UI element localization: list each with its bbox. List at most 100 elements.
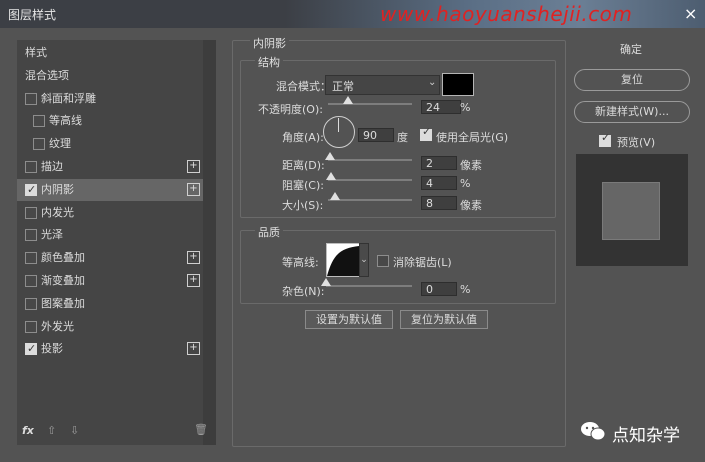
add-effect-icon[interactable]: +: [187, 182, 200, 196]
add-effect-icon[interactable]: +: [187, 251, 200, 265]
noise-slider-thumb[interactable]: [321, 278, 331, 286]
move-down-icon[interactable]: ⇩: [70, 424, 79, 437]
reset-default-button[interactable]: 复位为默认值: [400, 310, 488, 329]
sidebar-item-label: 纹理: [49, 137, 71, 151]
sidebar-item[interactable]: 外发光: [17, 316, 203, 338]
sidebar-item-checkbox[interactable]: [25, 275, 37, 287]
angle-dial-needle: [338, 118, 339, 132]
sidebar-item-label: 内发光: [41, 205, 74, 219]
add-effect-icon[interactable]: +: [187, 160, 200, 173]
trash-icon[interactable]: 🗑: [194, 423, 208, 436]
global-light-checkbox[interactable]: [420, 125, 432, 141]
choke-slider-track[interactable]: [328, 179, 412, 181]
sidebar-item-checkbox[interactable]: [25, 206, 37, 219]
wechat-account-name: 点知杂学: [612, 426, 680, 446]
sidebar-item-label: 等高线: [49, 114, 82, 128]
chevron-down-icon: ⌄: [428, 77, 437, 88]
sidebar-item-label: 投影: [41, 342, 63, 356]
size-slider-track[interactable]: [328, 199, 412, 201]
sidebar-item-label: 内阴影: [41, 182, 74, 196]
distance-input[interactable]: 2: [421, 156, 457, 170]
ok-button[interactable]: 确定: [574, 40, 688, 60]
size-slider-thumb[interactable]: [329, 192, 340, 200]
sidebar-item[interactable]: 投影 +: [17, 338, 203, 360]
new-style-button[interactable]: 新建样式(W)...: [574, 101, 690, 123]
wechat-icon: [580, 421, 606, 441]
sidebar-item[interactable]: 内发光: [17, 202, 203, 224]
sidebar-item-label: 图案叠加: [41, 296, 85, 310]
quality-title: 品质: [255, 224, 283, 240]
opacity-input[interactable]: 24: [421, 100, 461, 114]
sidebar-item[interactable]: 纹理: [17, 133, 203, 155]
add-effect-icon[interactable]: +: [187, 274, 200, 287]
distance-label: 距离(D):: [282, 159, 325, 172]
noise-slider-track[interactable]: [326, 285, 412, 287]
style-list-scrollbar[interactable]: [203, 40, 216, 445]
sidebar-item-checkbox[interactable]: [25, 92, 37, 105]
choke-input[interactable]: 4: [421, 176, 457, 190]
blend-mode-label: 混合模式：: [276, 80, 331, 93]
set-default-button[interactable]: 设置为默认值: [305, 310, 393, 329]
sidebar-item-label: 混合选项: [25, 68, 69, 82]
sidebar-item[interactable]: 图案叠加: [17, 293, 203, 315]
opacity-slider-thumb[interactable]: [343, 96, 354, 104]
size-label: 大小(S):: [282, 199, 324, 212]
blend-mode-select[interactable]: 正常 ⌄: [325, 75, 440, 95]
window-title: 图层样式: [8, 8, 57, 22]
sidebar-item-label: 颜色叠加: [41, 251, 85, 265]
sidebar-item-label: 斜面和浮雕: [41, 91, 96, 105]
contour-curve-icon: [327, 246, 359, 276]
sidebar-item-checkbox[interactable]: [25, 229, 37, 242]
sidebar-item-checkbox[interactable]: [25, 338, 37, 360]
global-light-label: 使用全局光(G): [436, 131, 509, 144]
sidebar-item-checkbox[interactable]: [33, 138, 45, 151]
contour-label: 等高线:: [282, 256, 319, 269]
choke-label: 阻塞(C):: [282, 179, 324, 192]
sidebar-item[interactable]: 描边 +: [17, 156, 203, 178]
antialias-label: 消除锯齿(L): [393, 256, 452, 269]
size-unit: 像素: [460, 199, 482, 212]
preview-label: 预览(V): [617, 136, 656, 149]
sidebar-item-label: 外发光: [41, 319, 74, 333]
sidebar-item[interactable]: 斜面和浮雕: [17, 88, 203, 110]
sidebar-item-label: 渐变叠加: [41, 274, 85, 287]
antialias-checkbox[interactable]: [377, 255, 389, 267]
noise-unit: %: [460, 283, 471, 296]
sidebar-item-checkbox[interactable]: [25, 297, 37, 310]
sidebar-item[interactable]: 内阴影 +: [17, 178, 203, 201]
contour-dropdown-icon[interactable]: ⌄: [359, 243, 369, 277]
choke-slider-thumb[interactable]: [326, 172, 337, 180]
close-icon[interactable]: ×: [684, 4, 697, 23]
reset-button[interactable]: 复位: [574, 69, 690, 91]
sidebar-item[interactable]: 样式: [17, 42, 203, 64]
distance-slider-track[interactable]: [328, 159, 412, 161]
fx-icon[interactable]: fx: [22, 424, 34, 437]
angle-dial[interactable]: [323, 116, 355, 148]
distance-slider-thumb[interactable]: [324, 152, 335, 160]
sidebar-item[interactable]: 渐变叠加 +: [17, 270, 203, 292]
sidebar-item-checkbox[interactable]: [25, 320, 37, 333]
sidebar-item-checkbox[interactable]: [33, 115, 45, 128]
opacity-slider-track[interactable]: [328, 103, 412, 105]
contour-preview[interactable]: [326, 243, 360, 277]
sidebar-item[interactable]: 混合选项: [17, 65, 203, 87]
sidebar-item[interactable]: 光泽: [17, 224, 203, 246]
shadow-color-swatch[interactable]: [442, 73, 474, 96]
sidebar-item-label: 描边: [41, 160, 63, 173]
preview-checkbox[interactable]: [599, 131, 611, 147]
size-input[interactable]: 8: [421, 196, 457, 210]
sidebar-item[interactable]: 等高线: [17, 110, 203, 132]
sidebar-item-checkbox[interactable]: [25, 179, 37, 201]
sidebar-item[interactable]: 颜色叠加 +: [17, 247, 203, 269]
add-effect-icon[interactable]: +: [187, 342, 200, 356]
sidebar-item-checkbox[interactable]: [25, 161, 37, 173]
angle-input[interactable]: 90: [358, 128, 394, 142]
watermark-url: www.haoyuanshejii.com: [380, 2, 633, 26]
move-up-icon[interactable]: ⇧: [47, 424, 56, 437]
style-preview-swatch: [602, 182, 660, 240]
style-list-panel: 样式混合选项斜面和浮雕等高线纹理描边 + 内阴影 + 内发光光泽颜色叠加 + 渐变叠加 + 图案…: [17, 40, 216, 445]
sidebar-item-label: 光泽: [41, 228, 63, 242]
style-preview: [576, 154, 688, 266]
sidebar-item-checkbox[interactable]: [25, 252, 37, 265]
noise-input[interactable]: 0: [421, 282, 457, 296]
